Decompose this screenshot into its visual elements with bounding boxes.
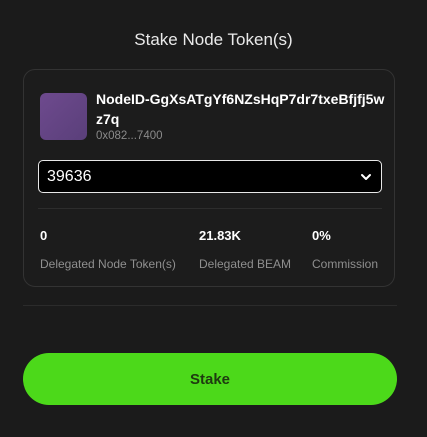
node-address: 0x082...7400 xyxy=(96,130,163,142)
token-select-value: 39636 xyxy=(47,167,92,185)
stake-button[interactable]: Stake xyxy=(23,353,397,405)
stat-value: 0 xyxy=(40,228,48,243)
stat-delegated-node-tokens: 0 Delegated Node Token(s) xyxy=(40,228,176,271)
stat-delegated-beam: 21.83K Delegated BEAM xyxy=(199,228,291,271)
dialog-title: Stake Node Token(s) xyxy=(134,30,293,49)
chevron-down-icon xyxy=(361,173,371,180)
token-select[interactable]: 39636 xyxy=(38,160,382,193)
stat-label: Commission xyxy=(312,257,379,271)
node-avatar xyxy=(40,93,87,140)
node-name: NodeID-GgXsATgYf6NZsHqP7dr7txeBfjfj5wz7q xyxy=(96,91,385,127)
card-divider xyxy=(38,208,382,209)
stat-commission: 0% Commission xyxy=(312,228,378,271)
stat-value: 0% xyxy=(312,228,331,243)
stat-value: 21.83K xyxy=(199,228,241,243)
node-card: NodeID-GgXsATgYf6NZsHqP7dr7txeBfjfj5wz7q… xyxy=(23,69,395,287)
stat-label: Delegated BEAM xyxy=(199,257,292,271)
section-divider xyxy=(23,305,397,306)
stat-label: Delegated Node Token(s) xyxy=(40,257,176,271)
